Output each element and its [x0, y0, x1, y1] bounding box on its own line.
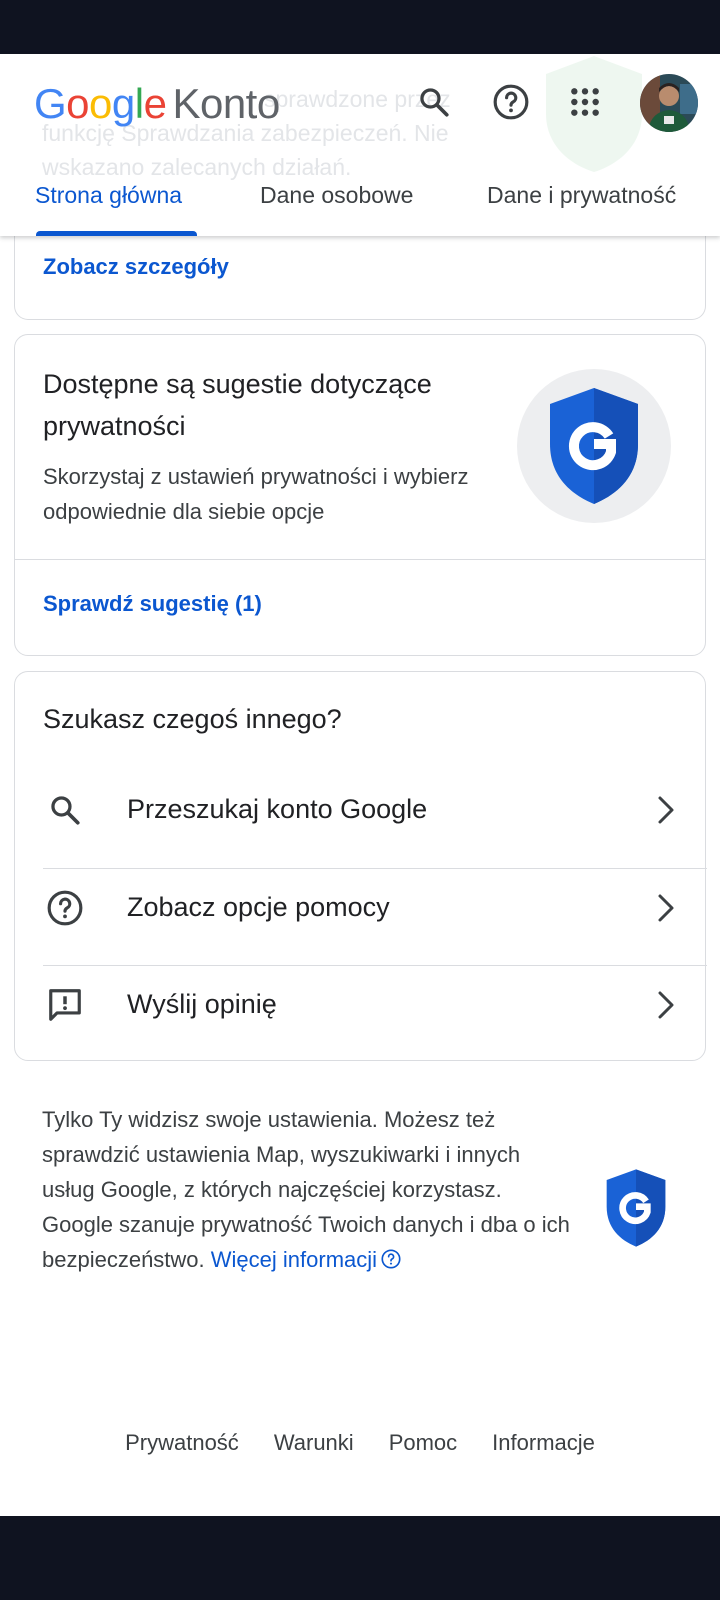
review-suggestion-link[interactable]: Sprawdź sugestię (1): [43, 591, 262, 617]
profile-photo: [640, 74, 698, 132]
card-title: Dostępne są sugestie dotyczące prywatnoś…: [43, 369, 432, 441]
apps-button[interactable]: [563, 80, 607, 124]
logo-letter: o: [66, 80, 90, 127]
logo-letter: l: [134, 80, 144, 127]
footer-links: Prywatność Warunki Pomoc Informacje: [0, 1430, 720, 1456]
see-details-link[interactable]: Zobacz szczegóły: [43, 254, 229, 280]
tab-data-privacy[interactable]: Dane i prywatność: [487, 182, 676, 209]
help-icon: [493, 84, 529, 120]
list-item-send-feedback[interactable]: Wyślij opinię: [43, 957, 707, 1053]
avatar[interactable]: [640, 74, 698, 132]
card-divider: [15, 559, 705, 560]
chevron-right-icon: [658, 991, 674, 1019]
more-info-label: Więcej informacji: [210, 1247, 378, 1272]
search-button[interactable]: [412, 80, 456, 124]
navigation-bar: [0, 1516, 720, 1600]
chevron-right-icon: [658, 894, 674, 922]
list-item-label: Zobacz opcje pomocy: [127, 892, 390, 922]
list-item-label: Wyślij opinię: [127, 989, 277, 1019]
logo-letter: o: [89, 80, 112, 127]
tab-personal-info[interactable]: Dane osobowe: [260, 182, 413, 209]
footer-link-about[interactable]: Informacje: [492, 1430, 595, 1456]
active-tab-indicator: [36, 231, 197, 236]
logo-konto-text: Konto: [172, 80, 280, 127]
search-icon: [51, 796, 80, 825]
privacy-illustration: [517, 369, 671, 523]
tab-home[interactable]: Strona główna: [35, 182, 182, 209]
google-konto-logo[interactable]: Google Konto: [34, 80, 280, 128]
chevron-right-icon: [658, 796, 674, 824]
footer-link-terms[interactable]: Warunki: [274, 1430, 354, 1456]
google-shield-icon: [606, 1169, 666, 1247]
help-button[interactable]: [489, 80, 533, 124]
more-info-link[interactable]: Więcej informacji: [211, 1247, 402, 1272]
app-header: sprawdzone przez funkcję Sprawdzania zab…: [0, 54, 720, 236]
logo-letter: g: [111, 80, 135, 127]
feedback-icon: [49, 989, 81, 1021]
card-description: Skorzystaj z ustawień prywatności i wybi…: [43, 464, 469, 524]
search-icon: [420, 88, 449, 117]
footer-link-help[interactable]: Pomoc: [389, 1430, 457, 1456]
google-shield-icon: [550, 388, 638, 504]
tab-bar: Strona główna Dane osobowe Dane i prywat…: [0, 174, 720, 236]
apps-icon: [571, 88, 599, 116]
card-title: Szukasz czegoś innego?: [43, 704, 342, 734]
list-item-search-account[interactable]: Przeszukaj konto Google: [43, 762, 707, 858]
privacy-notice: Tylko Ty widzisz swoje ustawienia. Możes…: [42, 1102, 572, 1277]
footer-link-privacy[interactable]: Prywatność: [125, 1430, 239, 1456]
privacy-suggestions-card: Dostępne są sugestie dotyczące prywatnoś…: [14, 334, 706, 656]
list-item-label: Przeszukaj konto Google: [127, 794, 428, 824]
help-circle-icon: [381, 1249, 401, 1269]
looking-for-something-else-card: Szukasz czegoś innego? Przeszukaj konto …: [14, 671, 707, 1061]
status-bar: [0, 0, 720, 54]
help-icon: [47, 890, 83, 926]
list-item-help-options[interactable]: Zobacz opcje pomocy: [43, 860, 707, 956]
logo-letter: G: [34, 80, 67, 127]
logo-letter: e: [143, 80, 167, 127]
